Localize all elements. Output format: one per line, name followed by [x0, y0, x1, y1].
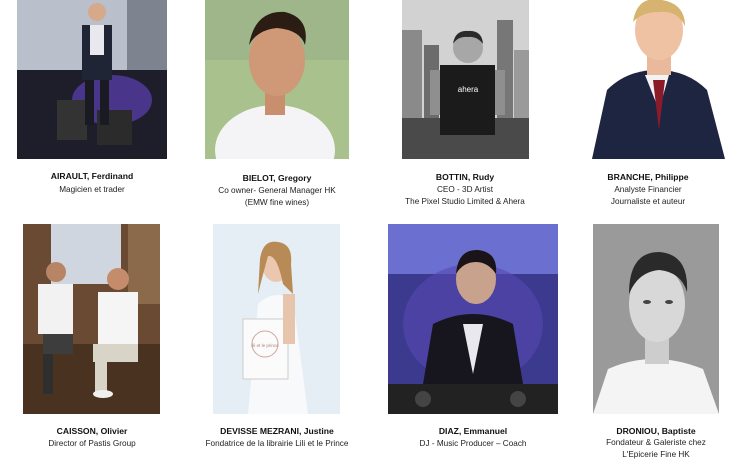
role-line: (EMW fine wines) — [244, 198, 310, 207]
name-droniou: DRONIOU, Baptiste — [616, 426, 696, 436]
role-branche: Analyste Financier Journaliste et auteur — [538, 184, 745, 208]
photo-airault — [17, 0, 167, 159]
photo-droniou — [593, 224, 719, 414]
name-bottin: BOTTIN, Rudy — [435, 172, 495, 182]
role-line: Fondatrice de la librairie Lili et le Pr… — [205, 439, 349, 448]
photo-bottin: ahera — [402, 0, 529, 159]
role-line: L'Epicerie Fine HK — [622, 450, 690, 459]
photo-branche — [567, 0, 744, 159]
role-bielot: Co owner- General Manager HK (EMW fine w… — [167, 185, 387, 209]
tshirt-logo: ahera — [458, 85, 479, 94]
role-line: Journaliste et auteur — [610, 197, 686, 206]
name-caisson: CAISSON, Olivier — [56, 426, 128, 436]
name-devisse: DEVISSE MEZRANI, Justine — [220, 426, 334, 436]
photo-bielot — [205, 0, 349, 159]
role-devisse: Fondatrice de la librairie Lili et le Pr… — [167, 438, 387, 450]
role-droniou: Fondateur & Galeriste chez L'Epicerie Fi… — [546, 437, 745, 461]
role-line: Co owner- General Manager HK — [218, 186, 336, 195]
name-bielot: BIELOT, Gregory — [242, 173, 312, 183]
name-airault: AIRAULT, Ferdinand — [50, 171, 134, 181]
name-diaz: DIAZ, Emmanuel — [438, 426, 508, 436]
photo-caisson — [23, 224, 160, 414]
photo-devisse: lili et le prince — [213, 224, 340, 414]
tote-text: lili et le prince — [251, 343, 279, 348]
name-branche: BRANCHE, Philippe — [607, 172, 689, 182]
role-line: Fondateur & Galeriste chez — [606, 438, 706, 447]
role-line: Analyste Financier — [614, 185, 682, 194]
photo-diaz — [388, 224, 558, 414]
